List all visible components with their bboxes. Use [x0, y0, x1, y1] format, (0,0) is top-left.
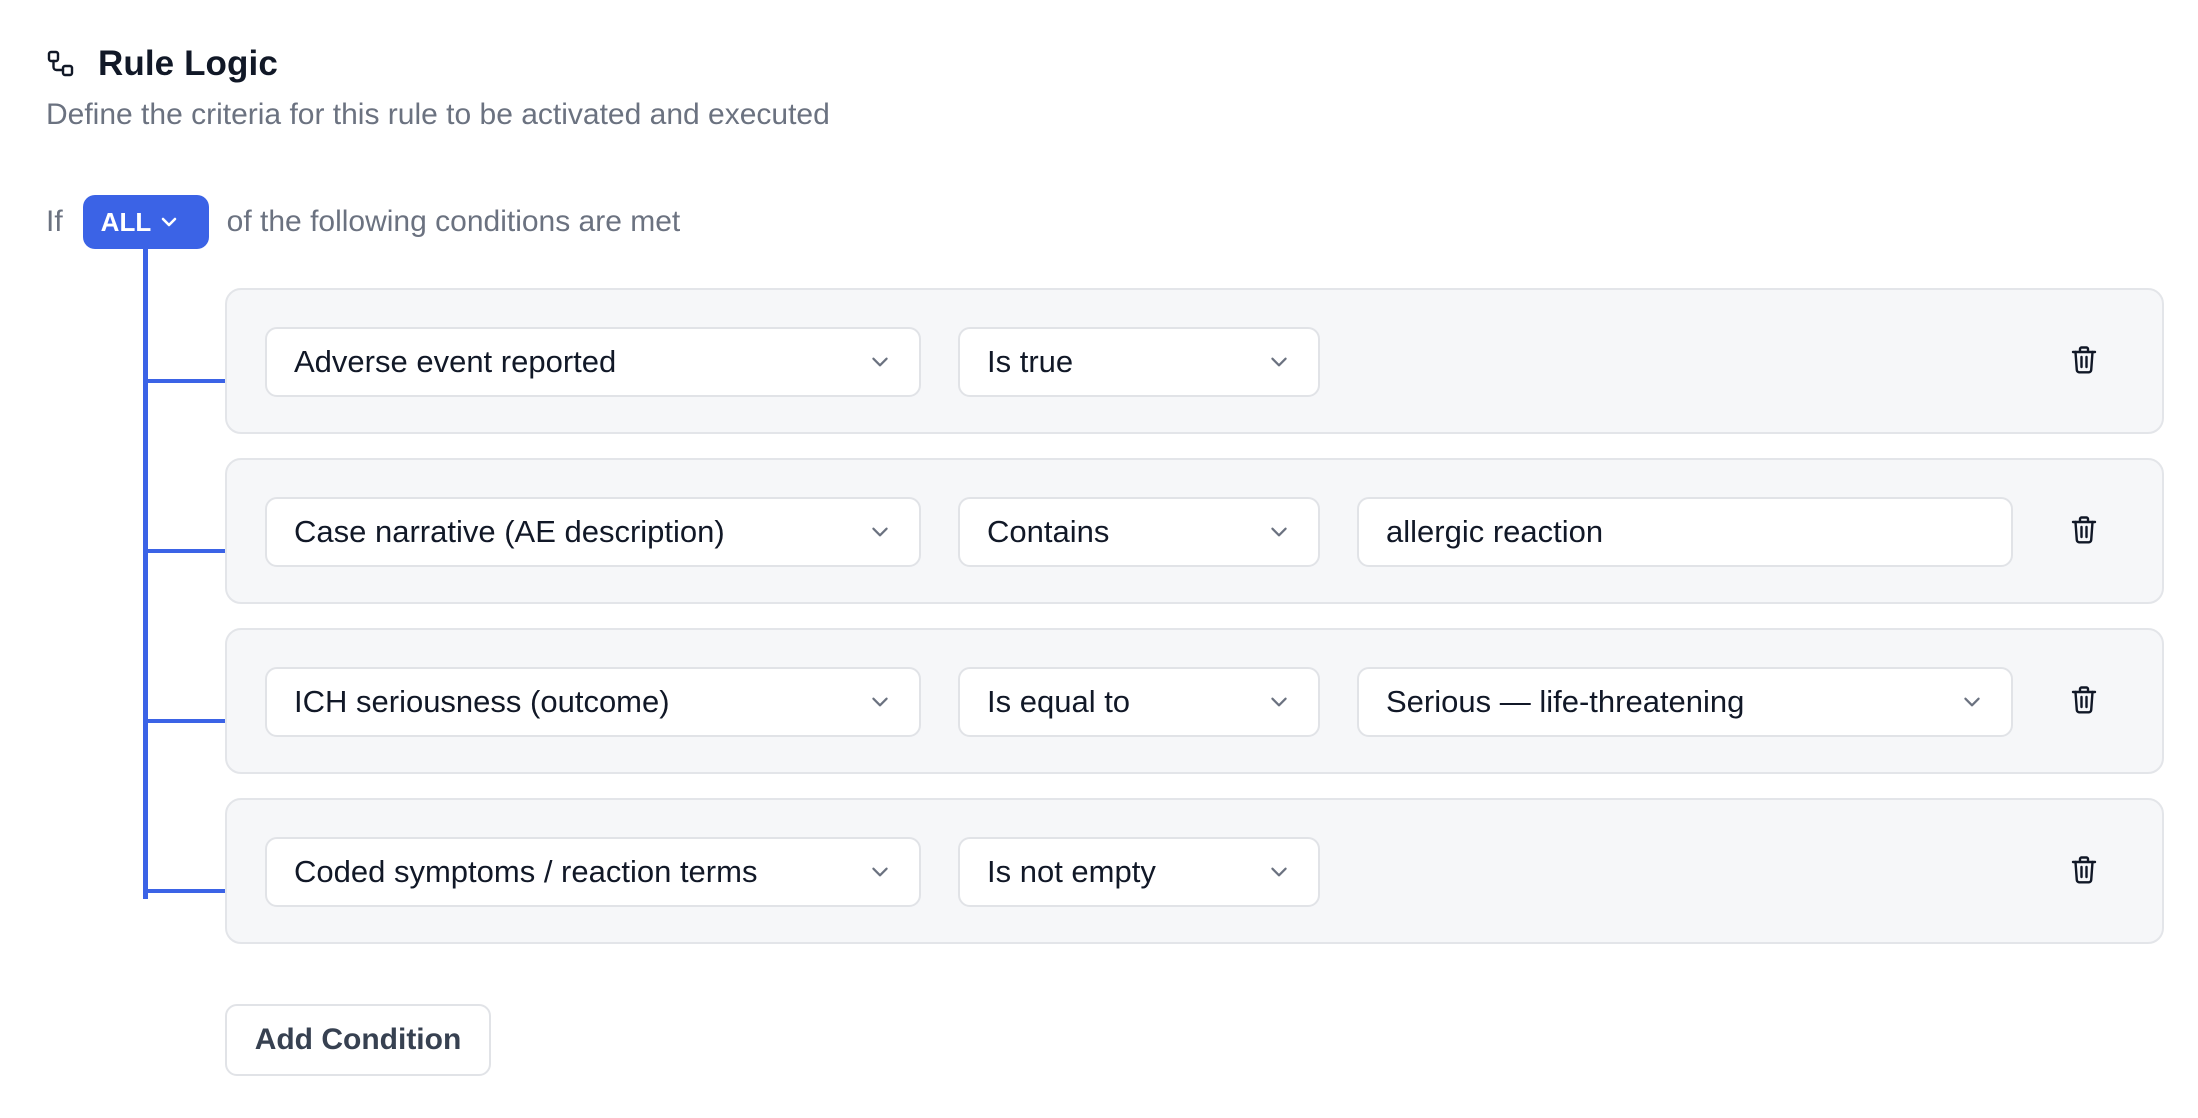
- condition-value-select[interactable]: Serious — life-threatening: [1357, 667, 2013, 737]
- chevron-down-icon: [1268, 691, 1290, 713]
- condition-value-text: Serious — life-threatening: [1386, 684, 1745, 719]
- match-suffix-label: of the following conditions are met: [226, 205, 681, 238]
- condition-operator-select[interactable]: Contains: [958, 497, 1320, 567]
- condition-operator-value: Is equal to: [987, 684, 1131, 719]
- delete-condition-button[interactable]: [2066, 344, 2102, 380]
- trash-icon: [2070, 855, 2098, 890]
- condition-row: Case narrative (AE description) Contains…: [225, 458, 2164, 604]
- chevron-down-icon: [869, 691, 891, 713]
- condition-field-select[interactable]: Adverse event reported: [265, 327, 921, 397]
- chevron-down-icon: [869, 351, 891, 373]
- condition-value-input[interactable]: allergic reaction: [1357, 497, 2013, 567]
- if-label: If: [46, 205, 63, 238]
- delete-condition-button[interactable]: [2066, 854, 2102, 890]
- chevron-down-icon: [869, 521, 891, 543]
- chevron-down-icon: [1268, 351, 1290, 373]
- chevron-down-icon: [1268, 861, 1290, 883]
- condition-field-select[interactable]: Case narrative (AE description): [265, 497, 921, 567]
- rule-logic-icon: [46, 49, 76, 79]
- chevron-down-icon: [159, 212, 179, 232]
- match-row: If ALL of the following conditions are m…: [46, 195, 680, 249]
- condition-operator-value: Is true: [987, 344, 1074, 379]
- condition-branch-line: [143, 379, 225, 383]
- condition-branch-line: [143, 549, 225, 553]
- condition-operator-value: Is not empty: [987, 854, 1156, 889]
- condition-row: Adverse event reported Is true: [225, 288, 2164, 434]
- delete-condition-button[interactable]: [2066, 684, 2102, 720]
- condition-row: ICH seriousness (outcome) Is equal to Se…: [225, 628, 2164, 774]
- condition-field-value: ICH seriousness (outcome): [294, 684, 670, 719]
- chevron-down-icon: [1961, 691, 1983, 713]
- add-condition-button[interactable]: Add Condition: [225, 1004, 491, 1076]
- trash-icon: [2070, 345, 2098, 380]
- page-subtitle: Define the criteria for this rule to be …: [46, 98, 830, 131]
- match-mode-select[interactable]: ALL: [82, 195, 209, 249]
- condition-operator-select[interactable]: Is not empty: [958, 837, 1320, 907]
- condition-field-select[interactable]: Coded symptoms / reaction terms: [265, 837, 921, 907]
- condition-operator-select[interactable]: Is equal to: [958, 667, 1320, 737]
- condition-field-value: Case narrative (AE description): [294, 514, 725, 549]
- trash-icon: [2070, 685, 2098, 720]
- condition-branch-line: [143, 889, 225, 893]
- condition-branch-line: [143, 719, 225, 723]
- condition-tree-line: [143, 249, 148, 899]
- condition-value-text: allergic reaction: [1386, 514, 1604, 549]
- condition-operator-value: Contains: [987, 514, 1110, 549]
- chevron-down-icon: [869, 861, 891, 883]
- delete-condition-button[interactable]: [2066, 514, 2102, 550]
- match-mode-value: ALL: [100, 206, 151, 237]
- section-header: Rule Logic: [46, 44, 278, 84]
- condition-field-value: Adverse event reported: [294, 344, 617, 379]
- condition-field-select[interactable]: ICH seriousness (outcome): [265, 667, 921, 737]
- condition-row: Coded symptoms / reaction terms Is not e…: [225, 798, 2164, 944]
- condition-field-value: Coded symptoms / reaction terms: [294, 854, 758, 889]
- trash-icon: [2070, 515, 2098, 550]
- chevron-down-icon: [1268, 521, 1290, 543]
- condition-operator-select[interactable]: Is true: [958, 327, 1320, 397]
- page-title: Rule Logic: [98, 44, 278, 83]
